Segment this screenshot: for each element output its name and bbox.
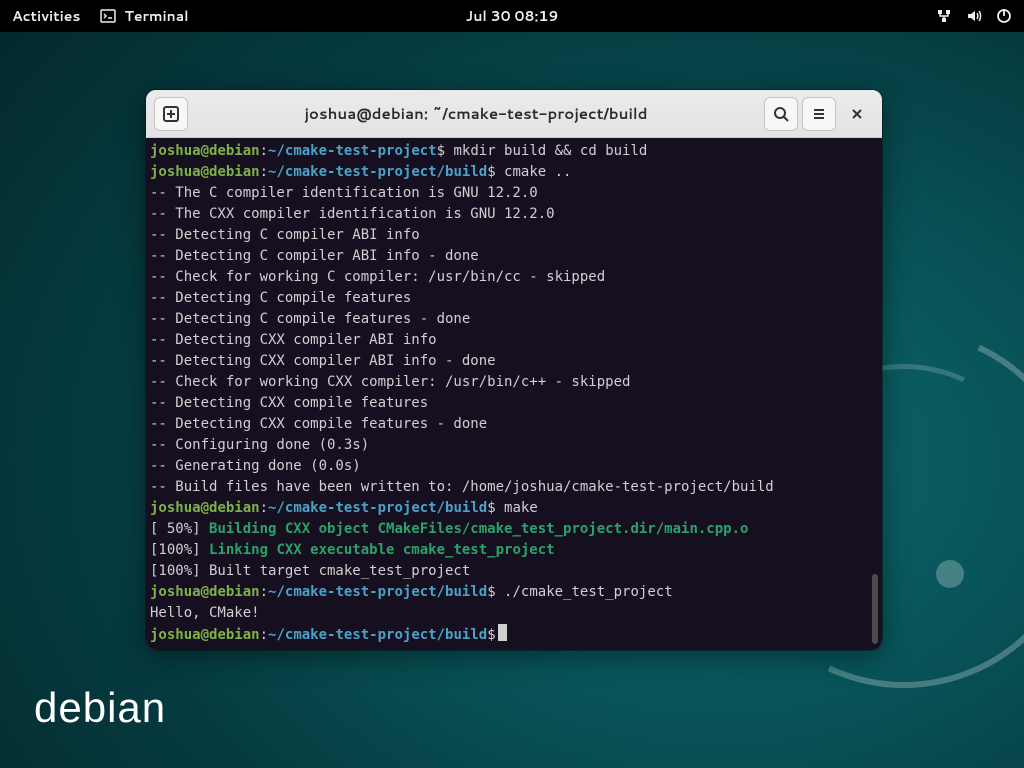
make-building-line: Building CXX object CMakeFiles/cmake_tes…	[209, 521, 748, 537]
prompt-path: ~/cmake-test-project/build	[268, 584, 487, 600]
output-line: -- Detecting CXX compiler ABI info	[150, 332, 437, 348]
prompt-user: joshua	[150, 627, 201, 643]
cmd-mkdir: mkdir build && cd build	[445, 143, 647, 159]
program-output: Hello, CMake!	[150, 605, 260, 621]
close-button[interactable]	[840, 97, 874, 131]
prompt-at: @	[201, 627, 209, 643]
output-line: -- Detecting C compiler ABI info	[150, 227, 420, 243]
power-icon[interactable]	[996, 8, 1012, 24]
window-titlebar[interactable]: joshua@debian: ~/cmake-test-project/buil…	[146, 90, 882, 138]
prompt-path: ~/cmake-test-project/build	[268, 500, 487, 516]
cmd-run: ./cmake_test_project	[496, 584, 673, 600]
output-line: -- Detecting C compile features - done	[150, 311, 470, 327]
prompt-host: debian	[209, 164, 260, 180]
terminal-icon	[100, 8, 116, 24]
prompt-dollar: $	[487, 500, 495, 516]
terminal-scrollbar[interactable]	[870, 138, 880, 650]
prompt-user: joshua	[150, 584, 201, 600]
output-line: -- Configuring done (0.3s)	[150, 437, 369, 453]
output-line: -- Generating done (0.0s)	[150, 458, 361, 474]
gnome-top-panel: Activities Terminal Jul 30 08:19	[0, 0, 1024, 32]
prompt-dollar: $	[487, 584, 495, 600]
output-line: -- Detecting CXX compile features	[150, 395, 428, 411]
current-app-label: Terminal	[124, 6, 188, 26]
prompt-path: ~/cmake-test-project/build	[268, 627, 487, 643]
prompt-host: debian	[209, 500, 260, 516]
output-line: [100%] Built target cmake_test_project	[150, 563, 470, 579]
search-button[interactable]	[764, 97, 798, 131]
prompt-colon: :	[260, 500, 268, 516]
clock[interactable]: Jul 30 08:19	[466, 6, 559, 26]
prompt-colon: :	[260, 584, 268, 600]
volume-icon[interactable]	[966, 8, 982, 24]
output-line: -- The CXX compiler identification is GN…	[150, 206, 555, 222]
prompt-path: ~/cmake-test-project/build	[268, 164, 487, 180]
output-line: [ 50%]	[150, 521, 209, 537]
window-title: joshua@debian: ~/cmake-test-project/buil…	[194, 103, 758, 124]
prompt-at: @	[201, 164, 209, 180]
terminal-viewport[interactable]: joshua@debian:~/cmake-test-project$ mkdi…	[146, 138, 882, 650]
debian-swirl-dot	[936, 560, 964, 588]
output-line: -- Detecting CXX compiler ABI info - don…	[150, 353, 496, 369]
menu-button[interactable]	[802, 97, 836, 131]
prompt-user: joshua	[150, 164, 201, 180]
output-line: -- Check for working C compiler: /usr/bi…	[150, 269, 605, 285]
output-line: -- Build files have been written to: /ho…	[150, 479, 774, 495]
prompt-colon: :	[260, 164, 268, 180]
text-cursor	[498, 624, 507, 641]
output-line: -- Check for working CXX compiler: /usr/…	[150, 374, 630, 390]
prompt-at: @	[201, 500, 209, 516]
prompt-host: debian	[209, 627, 260, 643]
prompt-host: debian	[209, 584, 260, 600]
make-linking-line: Linking CXX executable cmake_test_projec…	[209, 542, 555, 558]
prompt-host: debian	[209, 143, 260, 159]
prompt-dollar: $	[487, 627, 495, 643]
output-line: -- Detecting C compiler ABI info - done	[150, 248, 479, 264]
cmd-cmake: cmake ..	[496, 164, 572, 180]
prompt-path: ~/cmake-test-project	[268, 143, 437, 159]
prompt-colon: :	[260, 627, 268, 643]
prompt-dollar: $	[487, 164, 495, 180]
cmd-make: make	[496, 500, 538, 516]
terminal-window: joshua@debian: ~/cmake-test-project/buil…	[146, 90, 882, 650]
prompt-dollar: $	[437, 143, 445, 159]
output-line: [100%]	[150, 542, 209, 558]
prompt-colon: :	[260, 143, 268, 159]
prompt-at: @	[201, 143, 209, 159]
activities-button[interactable]: Activities	[12, 6, 80, 26]
prompt-user: joshua	[150, 143, 201, 159]
debian-wordmark: debian	[34, 684, 166, 732]
network-icon[interactable]	[936, 8, 952, 24]
prompt-user: joshua	[150, 500, 201, 516]
prompt-at: @	[201, 584, 209, 600]
output-line: -- The C compiler identification is GNU …	[150, 185, 538, 201]
new-tab-button[interactable]	[154, 97, 188, 131]
scrollbar-thumb[interactable]	[872, 574, 878, 644]
output-line: -- Detecting C compile features	[150, 290, 411, 306]
current-app-indicator[interactable]: Terminal	[100, 6, 188, 26]
output-line: -- Detecting CXX compile features - done	[150, 416, 487, 432]
